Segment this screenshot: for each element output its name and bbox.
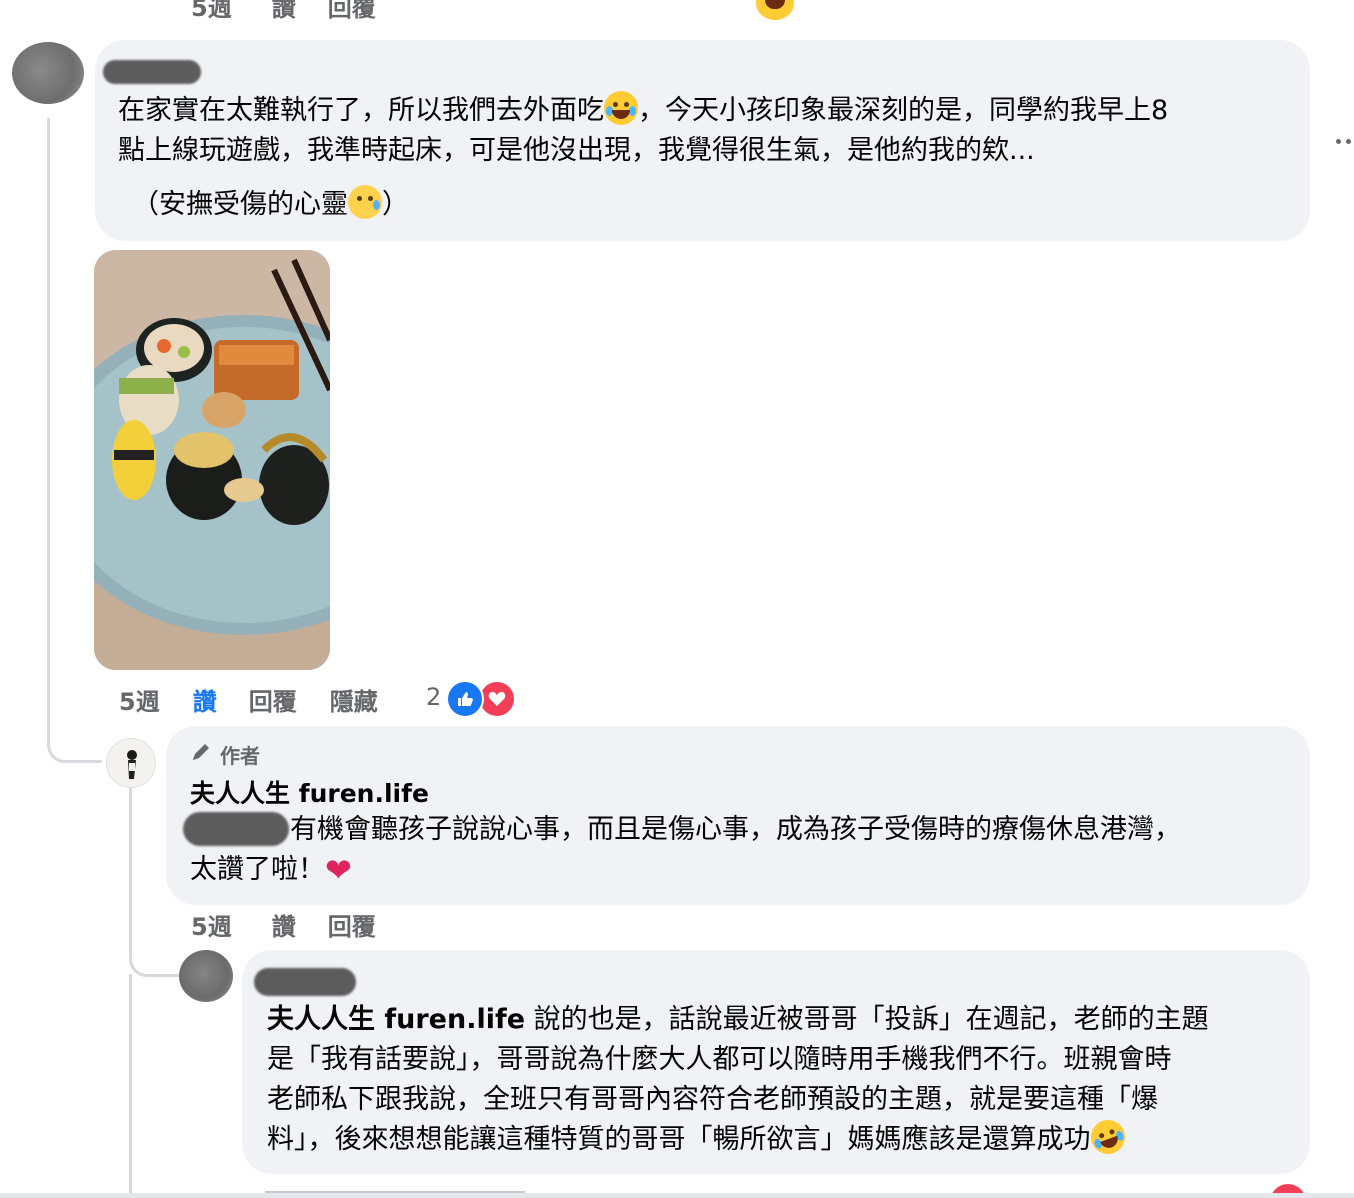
reaction-summary[interactable]: 2 [426, 680, 518, 718]
reply-text: 夫人人生 furen.life 說的也是，話說最近被哥哥「投訴」在週記，老師的主… [267, 1000, 1297, 1160]
reply-link[interactable]: 回覆 [328, 907, 376, 942]
like-link[interactable]: 讚 [193, 682, 217, 717]
crying-face-emoji [348, 185, 382, 219]
reply-link[interactable]: 回覆 [328, 0, 376, 23]
reaction-count: 2 [426, 683, 442, 711]
timestamp[interactable]: 5週 [119, 682, 160, 717]
pen-icon [190, 741, 212, 768]
timestamp[interactable]: 5週 [191, 0, 232, 23]
bottom-border [0, 1193, 1354, 1198]
avatar[interactable] [179, 950, 233, 1002]
author-avatar[interactable] [106, 738, 156, 788]
previous-comment-actions: 5週 讚 回覆 [191, 0, 376, 23]
more-options-icon[interactable] [1334, 136, 1354, 146]
commenter-name-redacted[interactable] [254, 968, 356, 996]
like-link[interactable]: 讚 [272, 0, 296, 23]
hide-link[interactable]: 隱藏 [330, 682, 378, 717]
avatar[interactable] [12, 42, 84, 104]
heart-emoji: ❤ [325, 851, 352, 889]
author-badge: 作者 [190, 740, 260, 768]
laughing-reaction-icon [756, 0, 794, 20]
reply-actions: 5週 讚 回覆 [191, 907, 376, 942]
rolling-laughing-emoji [1085, 1115, 1130, 1159]
timestamp[interactable]: 5週 [191, 907, 232, 942]
reply-text: 有機會聽孩子說說心事，而且是傷心事，成為孩子受傷時的療傷休息港灣， 太讚了啦！❤ [190, 814, 1181, 889]
thread-line [129, 974, 135, 1198]
comment-text: 在家實在太難執行了，所以我們去外面吃 ，今天小孩印象最深刻的是，同學約我早上8 點… [118, 91, 1298, 225]
comment-actions: 5週 讚 回覆 隱藏 [119, 682, 378, 717]
commenter-name-redacted[interactable] [103, 60, 201, 84]
comment-photo[interactable] [94, 250, 330, 670]
author-mention[interactable]: 夫人人生 furen.life [267, 1004, 525, 1035]
reply-link[interactable]: 回覆 [249, 682, 297, 717]
author-name[interactable]: 夫人人生 furen.life [190, 774, 429, 810]
like-link[interactable]: 讚 [272, 907, 296, 942]
like-icon [446, 680, 484, 718]
laughing-crying-emoji [604, 91, 638, 125]
